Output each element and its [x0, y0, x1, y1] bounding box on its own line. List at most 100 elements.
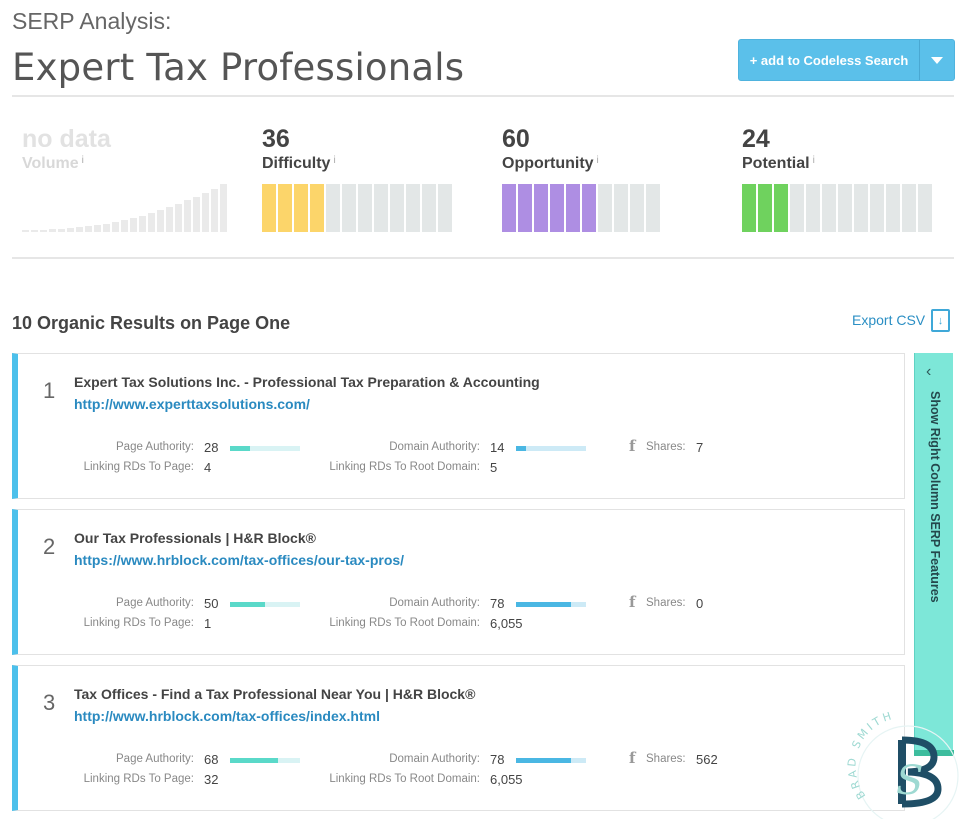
volume-trend-bar [67, 228, 74, 232]
bar-segment-empty [406, 184, 420, 232]
linking-rds-page-label: Linking RDs To Page: [83, 773, 194, 785]
volume-trend-bar [94, 225, 101, 232]
linking-rds-root-value: 6,055 [490, 772, 523, 787]
linking-rds-page-value: 32 [204, 772, 219, 787]
linking-rds-root-value: 5 [490, 460, 498, 475]
shares-value: 7 [696, 440, 704, 455]
bar-segment-empty [342, 184, 356, 232]
bar-segment-filled [294, 184, 308, 232]
linking-rds-page-value: 1 [204, 616, 212, 631]
add-button-label[interactable]: + add to Codeless Search [739, 40, 920, 80]
bar-segment-empty [838, 184, 852, 232]
show-right-column-serp-features-toggle[interactable]: ‹ Show Right Column SERP Features [914, 353, 954, 756]
bar-segment-empty [358, 184, 372, 232]
info-icon[interactable]: i [597, 155, 599, 166]
bar-segment-empty [806, 184, 820, 232]
page-subtitle: SERP Analysis: [12, 8, 172, 34]
meter-fill [516, 758, 571, 763]
linking-rds-root-label: Linking RDs To Root Domain: [329, 773, 480, 785]
bar-segment-empty [630, 184, 644, 232]
domain-authority-label: Domain Authority: [389, 597, 480, 609]
volume-trend-bar [157, 210, 164, 232]
metric-label: Volume i [22, 155, 84, 172]
linking-rds-root-label: Linking RDs To Root Domain: [329, 461, 480, 473]
metric-difficulty: 36 Difficulty i [262, 124, 462, 234]
volume-trend-bar [184, 200, 191, 232]
bar-segment-empty [646, 184, 660, 232]
side-panel-label: Show Right Column SERP Features [928, 391, 942, 603]
bar-segment-filled [582, 184, 596, 232]
divider [12, 95, 954, 97]
bar-segment-filled [550, 184, 564, 232]
volume-trend-bar [121, 220, 128, 232]
meter-fill [516, 446, 526, 451]
bar-segment-empty [422, 184, 436, 232]
bar-segment-empty [870, 184, 884, 232]
info-icon[interactable]: i [82, 155, 84, 166]
linking-rds-page-label: Linking RDs To Page: [83, 617, 194, 629]
result-url-link[interactable]: http://www.hrblock.com/tax-offices/index… [74, 708, 380, 724]
result-rank: 3 [43, 690, 56, 715]
brad-smith-logo: BRAD SMITH S [845, 712, 959, 819]
add-button-dropdown[interactable] [920, 40, 954, 80]
facebook-icon: f [629, 749, 636, 767]
meter-fill [230, 602, 265, 607]
volume-trend-bar [85, 226, 92, 232]
volume-trend-bar [31, 229, 38, 232]
svg-text:S: S [896, 758, 923, 804]
export-csv-link[interactable]: Export CSV [852, 312, 925, 328]
domain-authority-meter [516, 602, 586, 607]
domain-authority-value: 78 [490, 752, 505, 767]
result-title: Expert Tax Solutions Inc. - Professional… [74, 374, 540, 390]
info-icon[interactable]: i [333, 155, 335, 166]
bar-segment-filled [566, 184, 580, 232]
facebook-icon: f [629, 437, 636, 455]
metric-volume: no data Volume i [22, 124, 227, 234]
bar-segment-filled [278, 184, 292, 232]
linking-rds-page-label: Linking RDs To Page: [83, 461, 194, 473]
page-authority-meter [230, 446, 300, 451]
linking-rds-page-value: 4 [204, 460, 212, 475]
bar-segment-empty [854, 184, 868, 232]
result-url-link[interactable]: http://www.experttaxsolutions.com/ [74, 396, 310, 412]
domain-authority-meter [516, 446, 586, 451]
volume-trend-bar [166, 207, 173, 232]
info-icon[interactable]: i [813, 155, 815, 166]
volume-trend-bar [49, 229, 56, 232]
shares-label: Shares: [646, 597, 686, 609]
bar-segment-empty [598, 184, 612, 232]
results-heading: 10 Organic Results on Page One [12, 313, 291, 333]
metric-value: no data [22, 125, 111, 153]
shares-value: 0 [696, 596, 704, 611]
meter-fill [516, 602, 571, 607]
bar-segment-empty [886, 184, 900, 232]
download-icon[interactable]: ↓ [931, 309, 950, 332]
bar-segment-empty [390, 184, 404, 232]
domain-authority-value: 14 [490, 440, 505, 455]
meter-fill [230, 758, 278, 763]
bar-segment-empty [326, 184, 340, 232]
difficulty-bar [262, 184, 452, 232]
volume-trend-bar [103, 223, 110, 232]
bar-segment-empty [902, 184, 916, 232]
bar-segment-filled [262, 184, 276, 232]
bar-segment-filled [534, 184, 548, 232]
metric-value: 60 [502, 125, 530, 153]
result-rank: 2 [43, 534, 56, 559]
result-url-link[interactable]: https://www.hrblock.com/tax-offices/our-… [74, 552, 404, 568]
bar-segment-filled [502, 184, 516, 232]
bar-segment-empty [822, 184, 836, 232]
volume-trend-bar [22, 230, 29, 232]
bar-segment-filled [310, 184, 324, 232]
metric-value: 36 [262, 125, 290, 153]
svg-text:BRAD SMITH: BRAD SMITH [845, 712, 895, 802]
bar-segment-empty [790, 184, 804, 232]
result-card: 1 Expert Tax Solutions Inc. - Profession… [12, 353, 905, 499]
bar-segment-empty [374, 184, 388, 232]
page-authority-label: Page Authority: [116, 441, 194, 453]
facebook-icon: f [629, 593, 636, 611]
page-header: SERP Analysis: Expert Tax Professionals … [12, 8, 955, 98]
add-to-codeless-search-button[interactable]: + add to Codeless Search [738, 39, 955, 81]
linking-rds-root-label: Linking RDs To Root Domain: [329, 617, 480, 629]
volume-trend-bar [130, 217, 137, 232]
